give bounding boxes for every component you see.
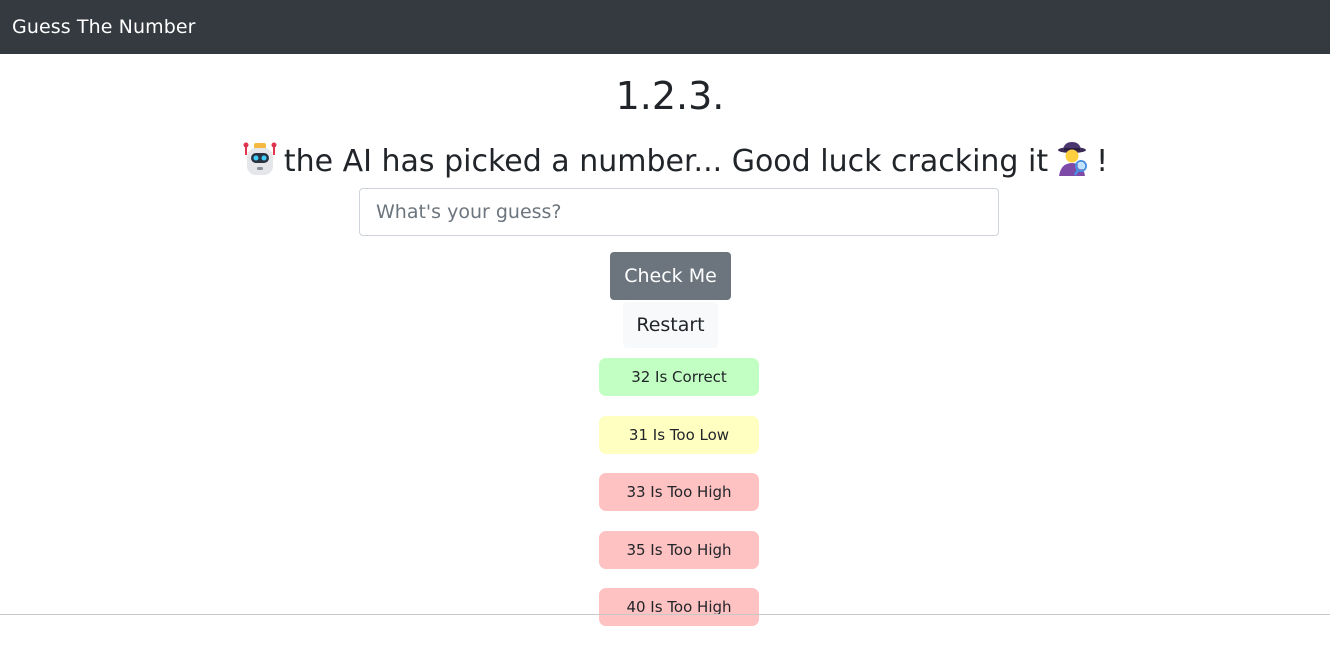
result-too-low: 31 Is Too Low <box>599 415 759 454</box>
game-subtitle: the AI has picked a number... Good luck … <box>0 140 1330 184</box>
check-me-button[interactable]: Check Me <box>610 252 731 300</box>
subtitle-exclamation: ! <box>1096 144 1109 179</box>
subtitle-text: the AI has picked a number... Good luck … <box>283 144 1049 179</box>
top-navbar: Guess The Number <box>0 0 1330 54</box>
result-too-high: 35 Is Too High <box>599 530 759 569</box>
page-bottom-divider <box>0 614 1330 615</box>
detective-icon <box>1054 141 1090 177</box>
brand-link[interactable]: Guess The Number <box>12 16 196 38</box>
robot-icon <box>242 141 278 177</box>
version-heading: 1.2.3. <box>615 74 725 118</box>
result-too-high: 40 Is Too High <box>599 588 759 626</box>
restart-button[interactable]: Restart <box>623 302 718 348</box>
result-too-high: 33 Is Too High <box>599 473 759 511</box>
guess-input[interactable] <box>359 188 999 236</box>
result-correct: 32 Is Correct <box>599 358 759 396</box>
guess-results-list: 32 Is Correct 31 Is Too Low 33 Is Too Hi… <box>599 358 759 646</box>
